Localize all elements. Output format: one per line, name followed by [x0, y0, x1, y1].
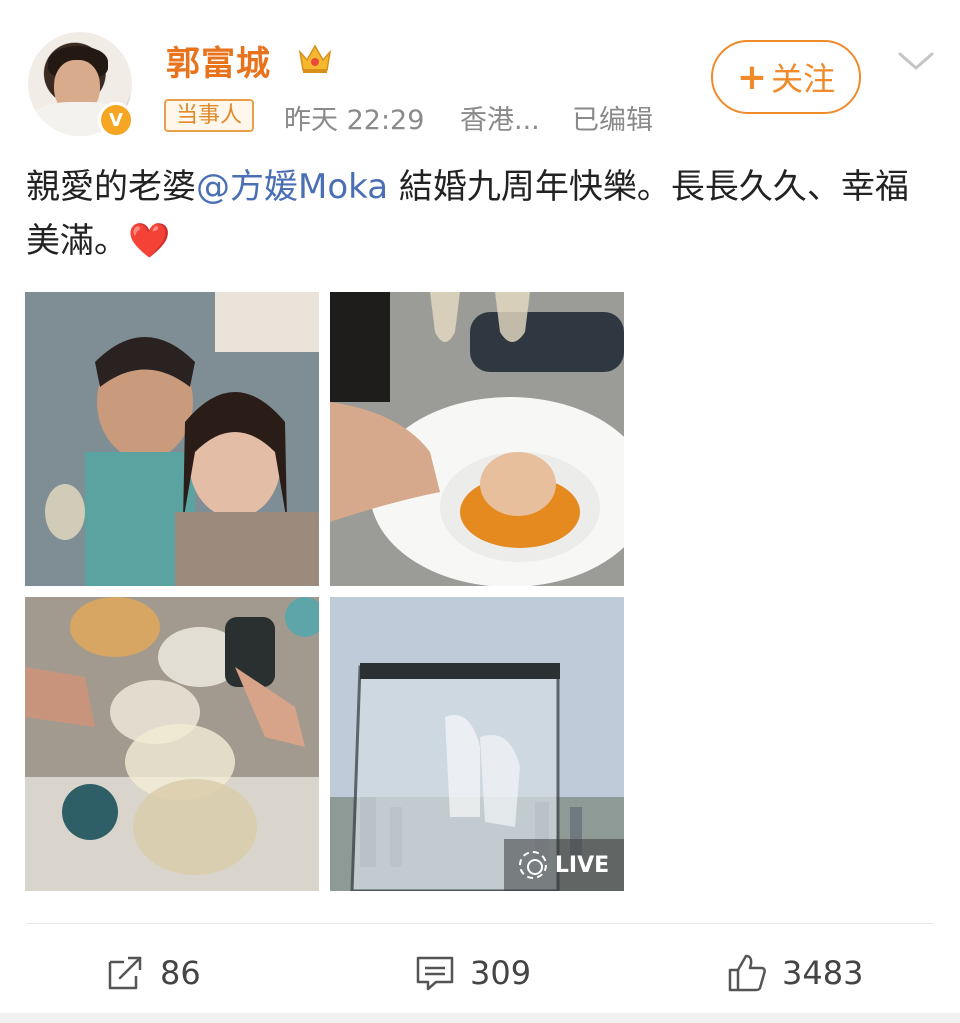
like-button[interactable]: 3483: [726, 935, 863, 1011]
verified-v-icon: V: [98, 102, 134, 138]
dessert-plate-photo[interactable]: [330, 292, 624, 586]
live-icon: [518, 851, 547, 879]
selfie-couple-photo[interactable]: [25, 292, 319, 586]
crown-icon: [298, 44, 332, 73]
live-label: LIVE: [554, 852, 610, 878]
follow-button[interactable]: + 关注: [711, 40, 861, 114]
share-icon: [108, 956, 142, 990]
follow-label: 关注: [771, 60, 836, 98]
like-count: 3483: [782, 954, 864, 992]
thumbs-up-icon: [728, 954, 766, 992]
photo-grid: LIVE: [25, 292, 625, 892]
heart-emoji: ❤️: [128, 221, 171, 261]
edited-label[interactable]: 已编辑: [572, 98, 653, 137]
chevron-down-icon[interactable]: [896, 46, 936, 76]
action-bar: 86 309 3483: [0, 935, 960, 1011]
comment-button[interactable]: 309: [414, 935, 531, 1011]
glass-award-photo[interactable]: LIVE: [330, 597, 624, 891]
mention-link[interactable]: @方媛Moka: [196, 167, 388, 207]
toast-glasses-photo[interactable]: [25, 597, 319, 891]
plus-icon: +: [736, 56, 768, 98]
post-text: 親愛的老婆@方媛Moka 結婚九周年快樂。長長久久、幸福美滿。❤️: [26, 160, 936, 268]
post-time: 昨天 22:29: [284, 105, 425, 136]
live-badge[interactable]: LIVE: [504, 839, 624, 891]
share-button[interactable]: 86: [104, 935, 201, 1011]
divider: [26, 923, 934, 924]
post-text-part: 親愛的老婆: [26, 167, 196, 207]
share-count: 86: [160, 954, 201, 992]
comment-icon: [416, 956, 454, 991]
comment-count: 309: [470, 954, 532, 992]
post-header: V 郭富城 当事人 昨天 22:29 香港... 已编辑 + 关注: [0, 0, 960, 150]
author-name[interactable]: 郭富城: [166, 36, 271, 85]
post-location: 香港...: [460, 105, 540, 136]
tag-badge: 当事人: [164, 99, 255, 132]
bottom-separator: [0, 1013, 960, 1023]
